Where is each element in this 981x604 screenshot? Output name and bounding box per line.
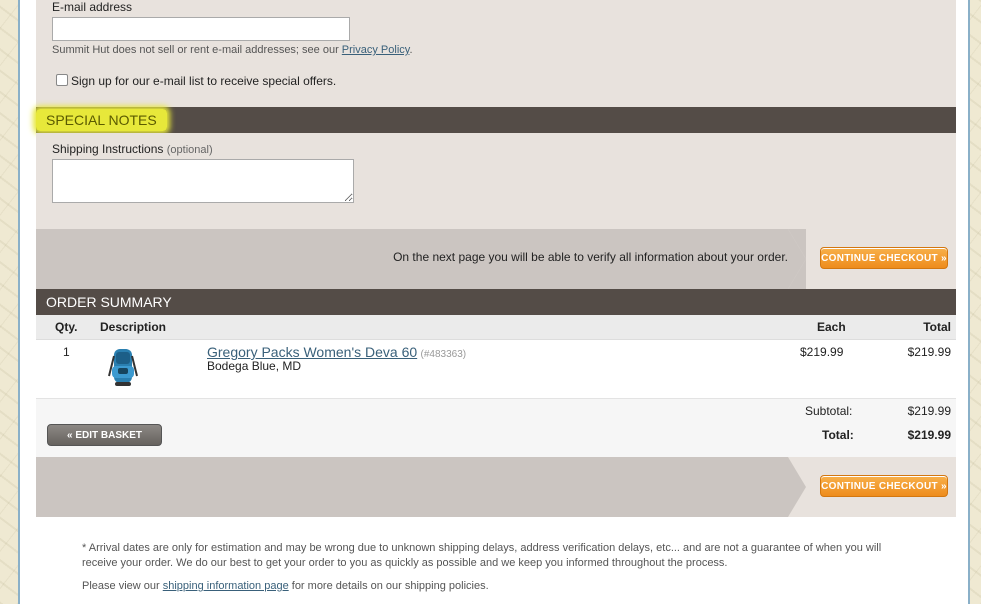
col-qty: Qty. [55, 320, 78, 334]
shipping-info-link[interactable]: shipping information page [163, 580, 289, 592]
item-each: $219.99 [800, 345, 844, 359]
product-link[interactable]: Gregory Packs Women's Deva 60 [207, 344, 417, 360]
privacy-text: Summit Hut does not sell or rent e-mail … [52, 44, 342, 56]
checkout-band-top: On the next page you will be able to ver… [36, 229, 956, 289]
privacy-note: Summit Hut does not sell or rent e-mail … [52, 44, 413, 56]
col-each: Each [817, 320, 846, 334]
arrival-note: * Arrival dates are only for estimation … [82, 542, 882, 569]
order-table-header: Qty. Description Each Total [36, 315, 956, 340]
order-summary-header: ORDER SUMMARY [36, 289, 956, 315]
privacy-end: . [409, 44, 413, 56]
shipping-instructions-textarea[interactable] [52, 159, 354, 203]
col-total: Total [923, 320, 951, 334]
special-notes-title: SPECIAL NOTES [36, 109, 167, 131]
shipping-policy-note: Please view our shipping information pag… [82, 580, 489, 592]
email-label: E-mail address [52, 0, 133, 14]
continue-checkout-button-top[interactable]: CONTINUE CHECKOUT » [820, 247, 948, 269]
table-row: 1 Gregory Packs Women's Deva 60 (#483363… [36, 340, 956, 399]
item-title: Gregory Packs Women's Deva 60 (#483363) [207, 344, 466, 360]
email-input[interactable] [52, 17, 350, 41]
email-signup-checkbox[interactable] [56, 74, 68, 86]
product-variant: Bodega Blue, MD [207, 359, 302, 373]
col-description: Description [100, 320, 167, 334]
total-label: Total: [822, 428, 854, 442]
checkout-band-bottom: CONTINUE CHECKOUT » [36, 457, 956, 517]
continue-checkout-button-bottom[interactable]: CONTINUE CHECKOUT » [820, 475, 948, 497]
email-signup-label: Sign up for our e-mail list to receive s… [71, 74, 337, 88]
edit-basket-button[interactable]: « EDIT BASKET [47, 424, 162, 446]
subtotal-value: $219.99 [907, 404, 951, 418]
item-qty: 1 [63, 345, 70, 359]
special-notes-header: SPECIAL NOTES [36, 107, 956, 133]
verify-message: On the next page you will be able to ver… [393, 250, 788, 264]
product-sku: (#483363) [420, 349, 467, 360]
email-section: E-mail address Summit Hut does not sell … [36, 0, 956, 107]
special-notes-section: Shipping Instructions (optional) [36, 133, 956, 229]
total-value: $219.99 [907, 428, 951, 442]
subtotal-label: Subtotal: [805, 404, 853, 418]
item-total: $219.99 [907, 345, 951, 359]
backpack-image[interactable] [106, 346, 140, 388]
totals-section: Subtotal: $219.99 Total: $219.99 « EDIT … [36, 399, 956, 457]
shipping-instructions-label: Shipping Instructions (optional) [52, 142, 213, 156]
order-summary-title: ORDER SUMMARY [36, 289, 956, 315]
privacy-policy-link[interactable]: Privacy Policy [342, 44, 410, 56]
